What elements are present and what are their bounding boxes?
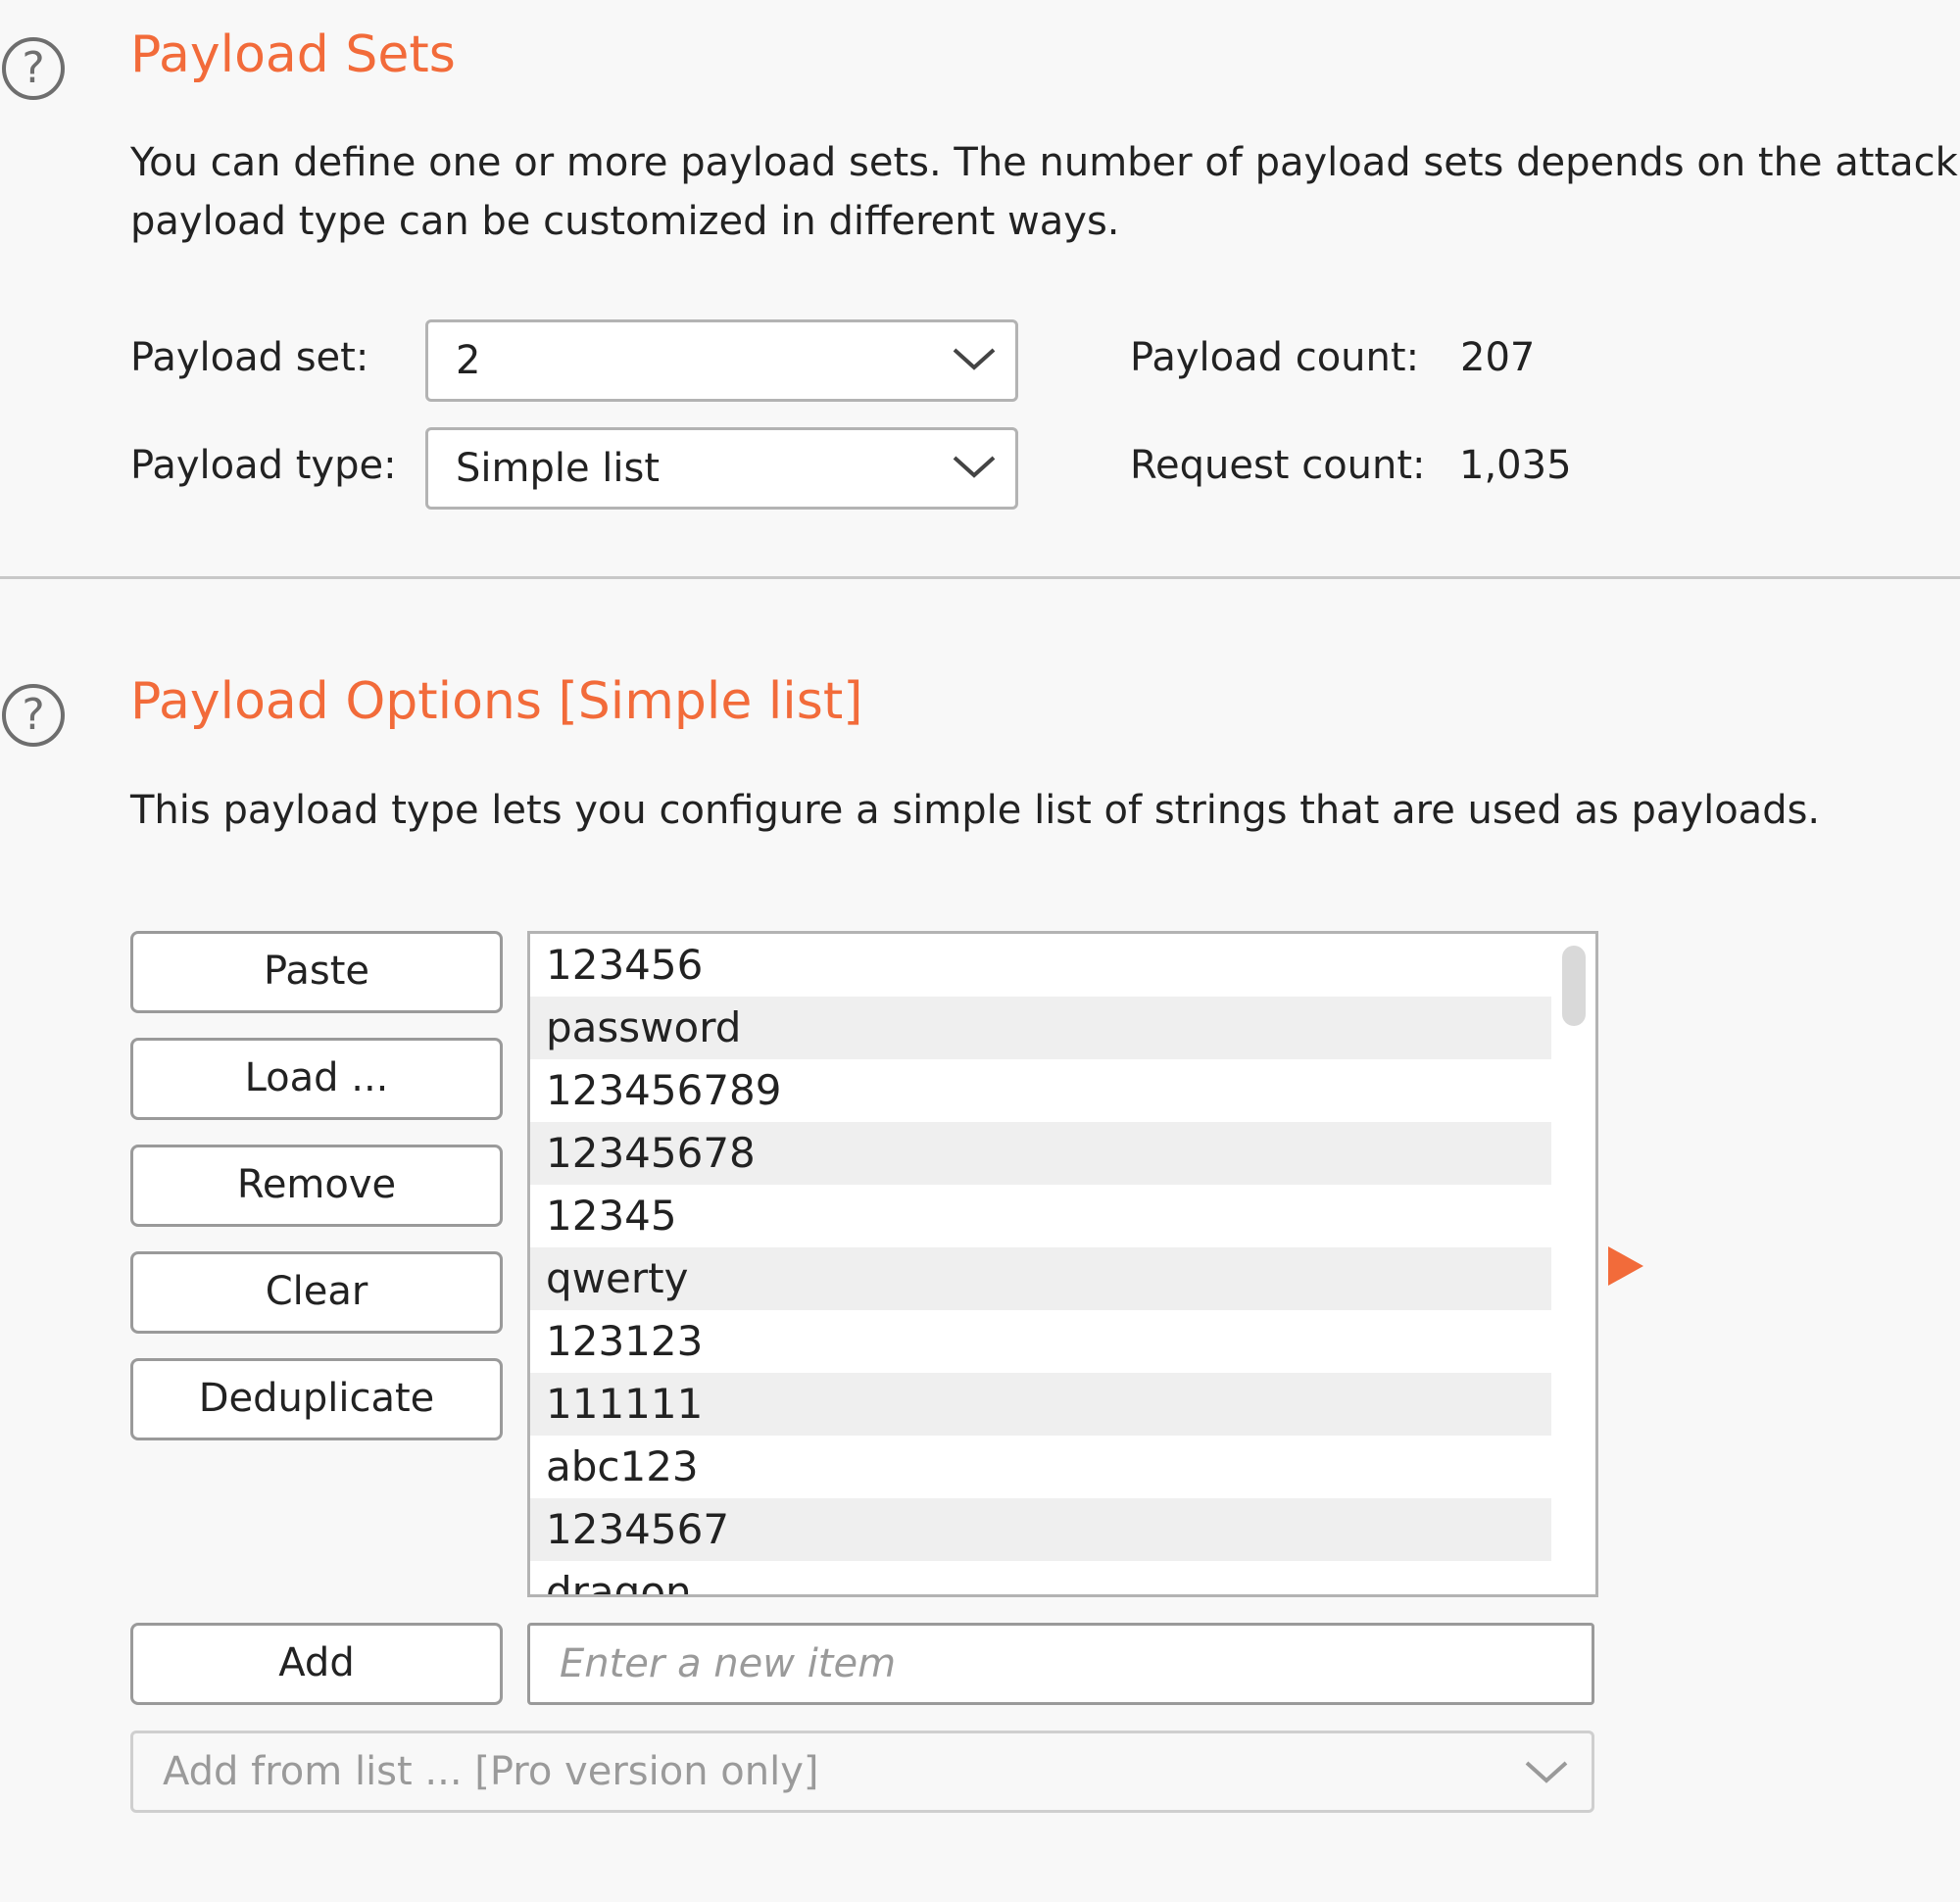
payload-options-help-icon[interactable]: ?	[2, 684, 65, 747]
payload-count-value: 207	[1460, 335, 1536, 380]
remove-button[interactable]: Remove	[130, 1145, 503, 1227]
payload-count-label: Payload count:	[1130, 335, 1420, 380]
orange-arrow-icon	[1608, 1246, 1643, 1286]
paste-button[interactable]: Paste	[130, 931, 503, 1013]
list-item[interactable]: 123123	[530, 1310, 1551, 1373]
payload-options-title: Payload Options [Simple list]	[130, 672, 863, 731]
list-item[interactable]: dragon	[530, 1561, 1551, 1594]
payload-type-select[interactable]: Simple list	[425, 427, 1018, 510]
payload-type-label: Payload type:	[130, 443, 397, 488]
payload-set-value: 2	[456, 338, 481, 383]
list-item[interactable]: 111111	[530, 1373, 1551, 1436]
payload-sets-help-icon[interactable]: ?	[2, 37, 65, 100]
list-item[interactable]: qwerty	[530, 1247, 1551, 1310]
list-item[interactable]: 12345	[530, 1185, 1551, 1247]
chevron-down-icon	[953, 348, 996, 370]
load-button[interactable]: Load ...	[130, 1038, 503, 1120]
payload-set-label: Payload set:	[130, 335, 369, 380]
payload-options-description: This payload type lets you configure a s…	[130, 788, 1821, 833]
payload-list[interactable]: 123456 password 123456789 12345678 12345…	[527, 931, 1598, 1597]
list-item[interactable]: password	[530, 997, 1551, 1059]
payload-sets-description-line2: payload type can be customized in differ…	[130, 199, 1120, 244]
add-button[interactable]: Add	[130, 1623, 503, 1705]
list-item[interactable]: abc123	[530, 1436, 1551, 1498]
payload-type-value: Simple list	[456, 446, 661, 491]
list-item[interactable]: 1234567	[530, 1498, 1551, 1561]
new-item-input[interactable]	[527, 1623, 1594, 1705]
clear-button[interactable]: Clear	[130, 1251, 503, 1334]
request-count-value: 1,035	[1459, 443, 1572, 488]
deduplicate-button[interactable]: Deduplicate	[130, 1358, 503, 1440]
payload-sets-description-line1: You can define one or more payload sets.…	[130, 140, 1958, 185]
chevron-down-icon	[953, 456, 996, 478]
request-count-label: Request count:	[1130, 443, 1426, 488]
list-item[interactable]: 12345678	[530, 1122, 1551, 1185]
payload-sets-title: Payload Sets	[130, 25, 456, 84]
list-item[interactable]: 123456	[530, 934, 1551, 997]
section-divider	[0, 576, 1960, 579]
payload-set-select[interactable]: 2	[425, 319, 1018, 402]
add-from-list-select: Add from list ... [Pro version only]	[130, 1731, 1594, 1813]
chevron-down-icon	[1525, 1761, 1568, 1783]
list-item[interactable]: 123456789	[530, 1059, 1551, 1122]
list-scrollbar-thumb[interactable]	[1562, 946, 1586, 1026]
add-from-list-value: Add from list ... [Pro version only]	[163, 1749, 819, 1794]
